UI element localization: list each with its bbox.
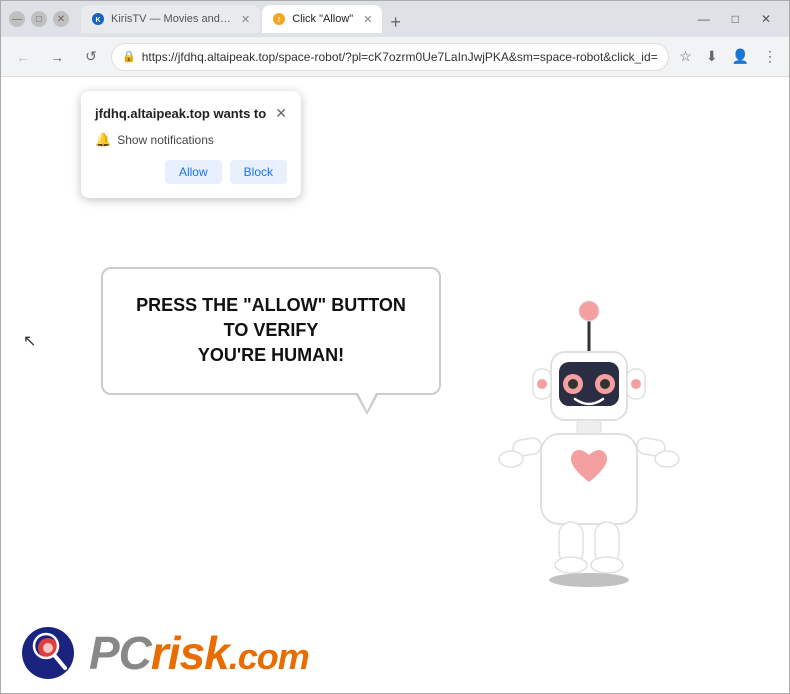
popup-close-button[interactable]: ✕ xyxy=(275,105,287,122)
tab2-favicon: ! xyxy=(272,12,286,26)
speech-bubble: PRESS THE "ALLOW" BUTTON TO VERIFY YOU'R… xyxy=(101,267,441,395)
popup-header: jfdhq.altaipeak.top wants to ✕ xyxy=(95,105,287,122)
svg-text:K: K xyxy=(95,17,100,24)
browser-window: — □ ✕ K KirisTV — Movies and Series D...… xyxy=(0,0,790,694)
tab1-label: KirisTV — Movies and Series D... xyxy=(111,13,231,25)
svg-text:!: ! xyxy=(278,17,280,24)
tab2-label: Click "Allow" xyxy=(292,13,353,25)
bookmark-icon[interactable]: ☆ xyxy=(675,46,696,67)
forward-button[interactable]: → xyxy=(43,43,71,71)
back-button[interactable]: ← xyxy=(9,43,37,71)
page-content: jfdhq.altaipeak.top wants to ✕ 🔔 Show no… xyxy=(1,77,789,693)
profile-icon[interactable]: 👤 xyxy=(728,46,753,67)
mouse-cursor: ↖ xyxy=(23,331,36,351)
address-bar-wrap[interactable]: 🔒 xyxy=(111,43,669,71)
robot-image xyxy=(489,297,689,597)
pcrisk-text: PCrisk.com xyxy=(89,626,309,680)
download-icon[interactable]: ⬇ xyxy=(702,46,722,67)
reload-button[interactable]: ↺ xyxy=(77,43,105,71)
risk-label: risk xyxy=(151,627,229,679)
new-tab-button[interactable]: + xyxy=(384,12,407,33)
menu-icon[interactable]: ⋮ xyxy=(759,46,781,67)
win-close-btn[interactable]: ✕ xyxy=(755,10,777,28)
notification-popup: jfdhq.altaipeak.top wants to ✕ 🔔 Show no… xyxy=(81,91,301,198)
popup-item: 🔔 Show notifications xyxy=(95,132,287,148)
window-actions: — □ ✕ xyxy=(692,10,781,28)
tab-1[interactable]: K KirisTV — Movies and Series D... ✕ xyxy=(81,5,260,33)
window-controls: — □ ✕ xyxy=(9,11,69,27)
tab-2-active[interactable]: ! Click "Allow" ✕ xyxy=(262,5,382,33)
tab1-favicon: K xyxy=(91,12,105,26)
popup-buttons: Allow Block xyxy=(95,160,287,184)
win-restore-btn[interactable]: □ xyxy=(726,10,745,28)
nav-bar: ← → ↺ 🔒 ☆ ⬇ 👤 ⋮ xyxy=(1,37,789,77)
dotcom-label: .com xyxy=(229,636,309,677)
pcrisk-logo-icon xyxy=(21,626,75,680)
tab-bar: K KirisTV — Movies and Series D... ✕ ! C… xyxy=(81,5,688,33)
title-bar: — □ ✕ K KirisTV — Movies and Series D...… xyxy=(1,1,789,37)
address-input[interactable] xyxy=(142,50,659,64)
speech-bubble-text: PRESS THE "ALLOW" BUTTON TO VERIFY YOU'R… xyxy=(133,293,409,369)
win-minimize-btn[interactable]: — xyxy=(692,10,716,28)
speech-bubble-container: PRESS THE "ALLOW" BUTTON TO VERIFY YOU'R… xyxy=(101,267,441,395)
lock-icon: 🔒 xyxy=(122,50,136,63)
bell-icon: 🔔 xyxy=(95,132,111,148)
robot-shadow xyxy=(549,573,629,587)
tab1-close[interactable]: ✕ xyxy=(241,13,250,26)
robot-svg xyxy=(489,297,689,587)
pc-label: PC xyxy=(89,627,151,679)
minimize-button[interactable]: — xyxy=(9,11,25,27)
popup-title: jfdhq.altaipeak.top wants to xyxy=(95,106,266,121)
tab2-close[interactable]: ✕ xyxy=(363,13,372,26)
popup-item-label: Show notifications xyxy=(117,133,214,147)
close-window-button[interactable]: ✕ xyxy=(53,11,69,27)
maximize-button[interactable]: □ xyxy=(31,11,47,27)
pcrisk-watermark: PCrisk.com xyxy=(1,613,789,693)
allow-button[interactable]: Allow xyxy=(165,160,222,184)
block-button[interactable]: Block xyxy=(230,160,287,184)
